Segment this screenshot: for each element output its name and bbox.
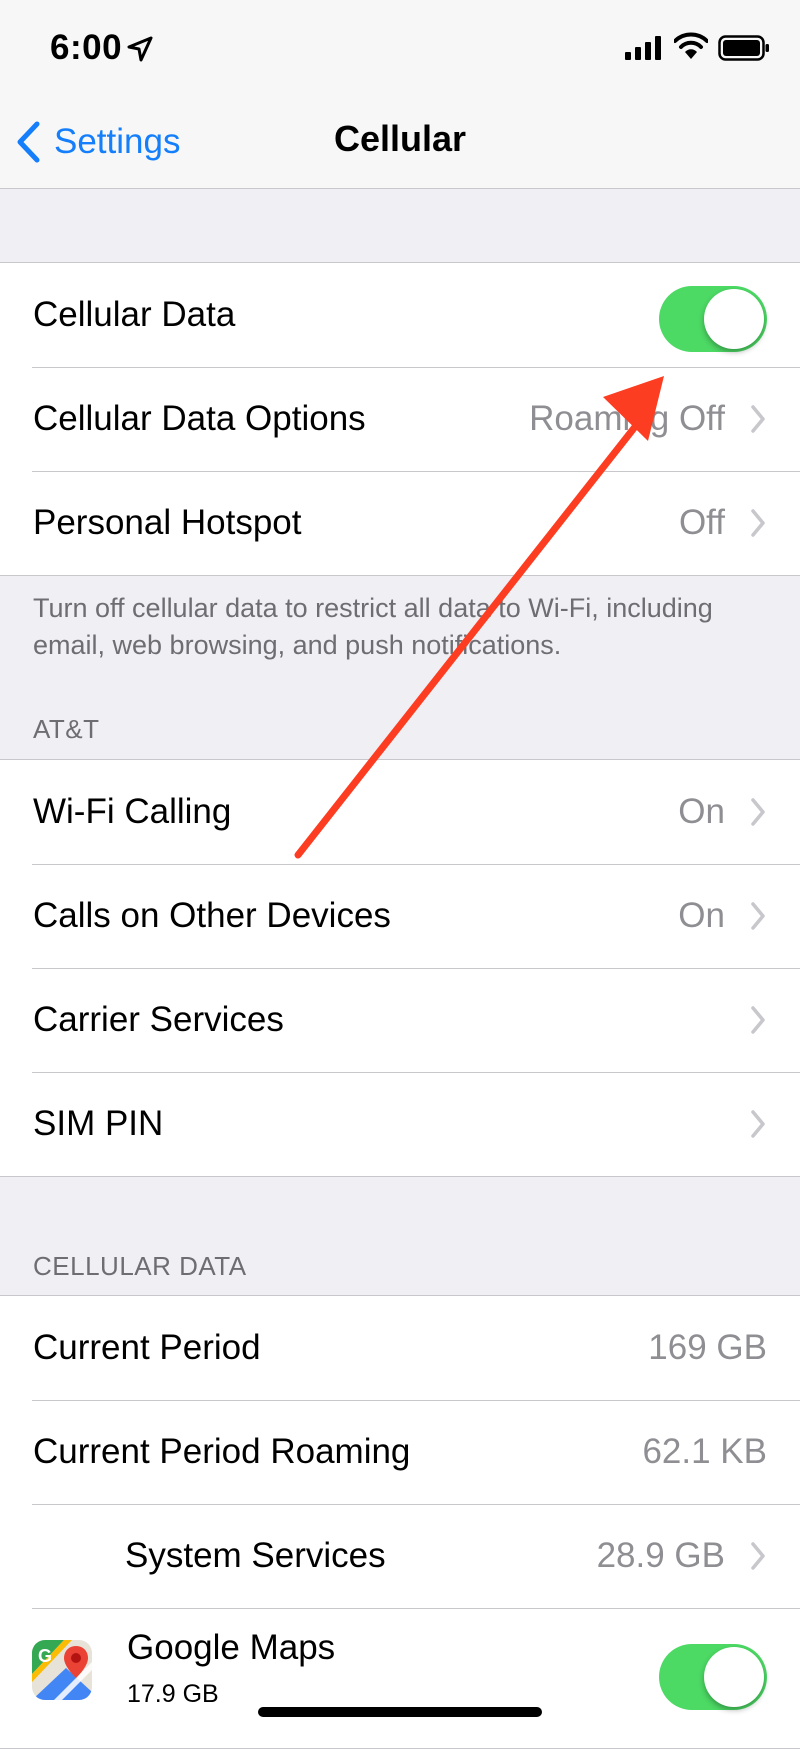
google-maps-icon: G bbox=[32, 1640, 92, 1700]
carrier-group: Wi-Fi Calling On Calls on Other Devices … bbox=[0, 759, 800, 1177]
toggle-knob bbox=[704, 1647, 764, 1707]
location-arrow-icon bbox=[127, 36, 153, 62]
cellular-data-options-label: Cellular Data Options bbox=[33, 399, 366, 438]
cellular-data-footer: Turn off cellular data to restrict all d… bbox=[33, 593, 713, 660]
carrier-services-label: Carrier Services bbox=[33, 1000, 284, 1039]
usage-group: Current Period 169 GB Current Period Roa… bbox=[0, 1295, 800, 1749]
system-services-row[interactable]: System Services 28.9 GB bbox=[0, 1504, 800, 1608]
wifi-calling-value: On bbox=[678, 792, 725, 831]
calls-other-devices-row[interactable]: Calls on Other Devices On bbox=[0, 864, 800, 968]
carrier-section-header: AT&T bbox=[33, 714, 100, 744]
system-services-label: System Services bbox=[125, 1536, 386, 1575]
google-maps-row: G Google Maps 17.9 GB bbox=[0, 1608, 800, 1748]
chevron-right-icon bbox=[751, 902, 765, 930]
cellular-data-row: Cellular Data bbox=[0, 263, 800, 367]
status-bar: 6:00 bbox=[0, 0, 800, 96]
battery-icon bbox=[718, 35, 769, 61]
calls-other-devices-label: Calls on Other Devices bbox=[33, 896, 391, 935]
svg-text:G: G bbox=[38, 1646, 52, 1666]
google-maps-usage: 17.9 GB bbox=[127, 1680, 219, 1708]
chevron-right-icon bbox=[751, 798, 765, 826]
cellular-data-toggle[interactable] bbox=[659, 286, 767, 352]
home-indicator bbox=[258, 1707, 542, 1717]
chevron-right-icon bbox=[751, 1006, 765, 1034]
toggle-knob bbox=[704, 289, 764, 349]
google-maps-toggle[interactable] bbox=[659, 1644, 767, 1710]
current-period-roaming-label: Current Period Roaming bbox=[33, 1432, 411, 1471]
current-period-roaming-value: 62.1 KB bbox=[642, 1432, 767, 1471]
personal-hotspot-row[interactable]: Personal Hotspot Off bbox=[0, 471, 800, 575]
navigation-bar: Settings Cellular bbox=[0, 96, 800, 189]
current-period-row: Current Period 169 GB bbox=[0, 1296, 800, 1400]
current-period-label: Current Period bbox=[33, 1328, 261, 1367]
signal-bars-icon bbox=[625, 36, 661, 60]
wifi-icon bbox=[674, 32, 708, 59]
calls-other-devices-value: On bbox=[678, 896, 725, 935]
chevron-right-icon bbox=[751, 1110, 765, 1138]
cellular-data-options-value: Roaming Off bbox=[529, 399, 725, 438]
wifi-calling-row[interactable]: Wi-Fi Calling On bbox=[0, 760, 800, 864]
google-maps-label: Google Maps bbox=[127, 1628, 336, 1667]
cellular-data-label: Cellular Data bbox=[33, 295, 236, 334]
sim-pin-row[interactable]: SIM PIN bbox=[0, 1072, 800, 1176]
cellular-data-section-header: CELLULAR DATA bbox=[33, 1251, 247, 1281]
personal-hotspot-value: Off bbox=[678, 503, 725, 542]
current-period-value: 169 GB bbox=[648, 1328, 767, 1367]
system-services-value: 28.9 GB bbox=[596, 1536, 725, 1575]
chevron-right-icon bbox=[751, 405, 765, 433]
cellular-data-group: Cellular Data Cellular Data Options Roam… bbox=[0, 262, 800, 576]
status-time: 6:00 bbox=[50, 28, 123, 67]
wifi-calling-label: Wi-Fi Calling bbox=[33, 792, 232, 831]
cellular-data-options-row[interactable]: Cellular Data Options Roaming Off bbox=[0, 367, 800, 471]
current-period-roaming-row: Current Period Roaming 62.1 KB bbox=[0, 1400, 800, 1504]
chevron-right-icon bbox=[751, 1542, 765, 1570]
carrier-services-row[interactable]: Carrier Services bbox=[0, 968, 800, 1072]
page-title: Cellular bbox=[333, 118, 467, 159]
personal-hotspot-label: Personal Hotspot bbox=[33, 503, 302, 542]
chevron-right-icon bbox=[751, 509, 765, 537]
sim-pin-label: SIM PIN bbox=[33, 1104, 164, 1143]
